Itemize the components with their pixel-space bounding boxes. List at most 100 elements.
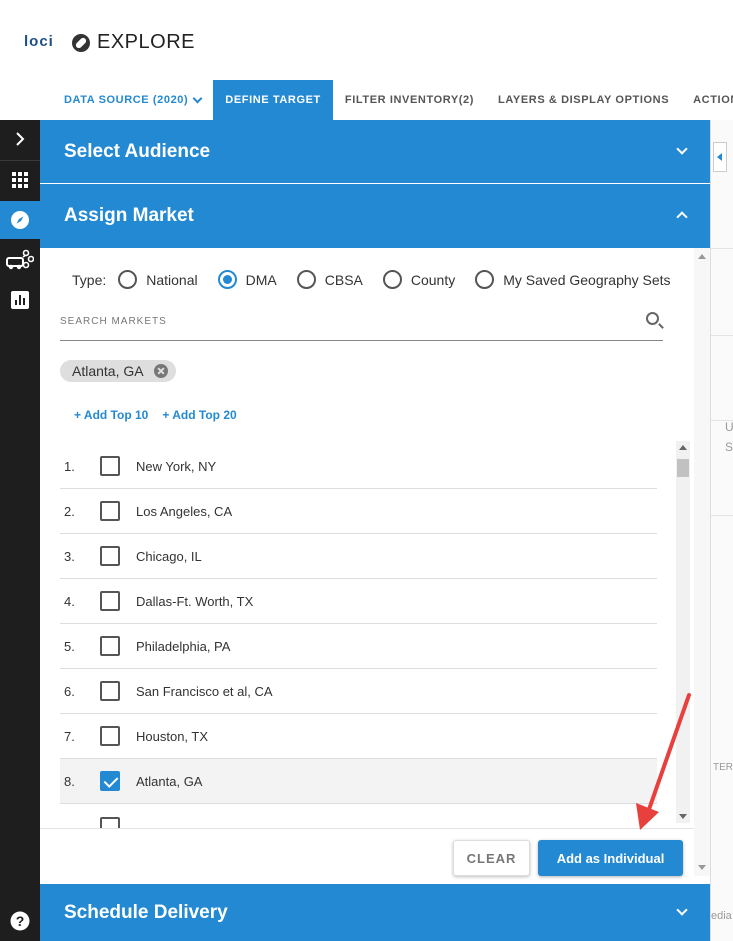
- market-rank: 5.: [64, 638, 75, 654]
- accordion-select-audience[interactable]: Select Audience: [40, 120, 710, 183]
- radio-dma[interactable]: DMA: [217, 270, 277, 289]
- market-rank: 1.: [64, 458, 75, 474]
- accordion-schedule-delivery-label: Schedule Delivery: [64, 901, 228, 923]
- page-title: EXPLORE: [97, 31, 195, 53]
- selected-market-chip-label: Atlanta, GA: [72, 363, 144, 379]
- add-top-10-link[interactable]: + Add Top 10: [74, 408, 148, 422]
- market-row[interactable]: 2. Los Angeles, CA: [60, 489, 657, 534]
- collapse-panel-button[interactable]: [713, 142, 727, 172]
- radio-saved-geography-sets-label: My Saved Geography Sets: [503, 271, 671, 288]
- bar-chart-icon: [11, 291, 29, 309]
- market-row[interactable]: 6. San Francisco et al, CA: [60, 669, 657, 714]
- market-row[interactable]: 8. Atlanta, GA: [60, 759, 657, 804]
- radio-national[interactable]: National: [118, 270, 198, 289]
- scroll-down-icon[interactable]: [679, 814, 687, 819]
- accordion-select-audience-label: Select Audience: [64, 140, 211, 162]
- loci-logo[interactable]: loci: [24, 33, 54, 50]
- top-bar: loci EXPLORE DATA SOURCE (2020) DEFINE T…: [0, 0, 733, 120]
- market-name: Dallas-Ft. Worth, TX: [136, 593, 254, 609]
- market-name: Los Angeles, CA: [136, 503, 233, 519]
- market-row[interactable]: 5. Philadelphia, PA: [60, 624, 657, 669]
- radio-circle[interactable]: [217, 270, 237, 289]
- chevron-down-icon: [676, 143, 688, 155]
- svg-text:?: ?: [16, 913, 25, 929]
- accordion-assign-market[interactable]: Assign Market: [40, 184, 710, 248]
- tab-filter-inventory-label: FILTER INVENTORY(2): [344, 94, 475, 106]
- accordion-assign-market-label: Assign Market: [64, 205, 194, 226]
- tab-define-target[interactable]: DEFINE TARGET: [213, 80, 333, 120]
- radio-national-label: National: [146, 271, 198, 288]
- market-checkbox[interactable]: [100, 591, 120, 611]
- market-checkbox[interactable]: [100, 456, 120, 476]
- scroll-thumb[interactable]: [677, 459, 689, 477]
- rail-help-button[interactable]: ?: [0, 902, 40, 940]
- search-icon[interactable]: [646, 312, 659, 325]
- map-label: TER: [713, 762, 733, 773]
- map-divider: [711, 248, 733, 249]
- rail-expand-button[interactable]: [0, 120, 40, 158]
- add-as-individual-button[interactable]: Add as Individual: [538, 840, 683, 876]
- market-checkbox[interactable]: [100, 501, 120, 521]
- market-list-scrollbar[interactable]: [676, 441, 690, 823]
- market-checkbox[interactable]: [100, 546, 120, 566]
- tab-layers-display[interactable]: LAYERS & DISPLAY OPTIONS: [486, 80, 681, 120]
- add-top-20-link[interactable]: + Add Top 20: [162, 408, 236, 422]
- tab-bar: DATA SOURCE (2020) DEFINE TARGET FILTER …: [52, 80, 733, 120]
- map-divider: [711, 335, 733, 336]
- radio-circle[interactable]: [296, 270, 316, 289]
- map-label: U: [725, 420, 733, 434]
- radio-dma-label: DMA: [245, 271, 277, 288]
- rail-analytics-button[interactable]: [0, 281, 40, 319]
- tab-define-target-label: DEFINE TARGET: [225, 94, 321, 106]
- market-checkbox[interactable]: [100, 636, 120, 656]
- chevron-up-icon: [676, 211, 688, 223]
- tab-filter-inventory[interactable]: FILTER INVENTORY(2): [333, 80, 486, 120]
- scroll-down-icon[interactable]: [698, 865, 706, 870]
- grid-icon: [12, 172, 28, 188]
- explore-header: EXPLORE: [72, 31, 195, 54]
- vehicles-icon: [6, 249, 34, 270]
- market-row[interactable]: 4. Dallas-Ft. Worth, TX: [60, 579, 657, 624]
- market-row[interactable]: 3. Chicago, IL: [60, 534, 657, 579]
- tab-layers-display-label: LAYERS & DISPLAY OPTIONS: [498, 94, 670, 106]
- rail-explore-button[interactable]: [0, 201, 40, 239]
- remove-chip-icon[interactable]: [153, 364, 168, 378]
- radio-cbsa-label: CBSA: [324, 271, 363, 288]
- radio-circle[interactable]: [475, 270, 495, 289]
- radio-county[interactable]: County: [382, 270, 455, 289]
- left-rail: ?: [0, 120, 40, 941]
- tab-actions[interactable]: ACTIONS: [681, 80, 733, 120]
- radio-cbsa[interactable]: CBSA: [296, 270, 363, 289]
- clear-button[interactable]: CLEAR: [453, 840, 530, 876]
- tab-actions-label: ACTIONS: [693, 94, 733, 106]
- market-checkbox[interactable]: [100, 771, 120, 791]
- market-name: New York, NY: [136, 458, 217, 474]
- market-row[interactable]: 1. New York, NY: [60, 444, 657, 489]
- chevron-down-icon: [192, 93, 203, 103]
- scroll-up-icon[interactable]: [698, 254, 706, 259]
- tab-data-source[interactable]: DATA SOURCE (2020): [52, 80, 213, 120]
- market-rank: 6.: [64, 683, 75, 699]
- accordion-schedule-delivery[interactable]: Schedule Delivery: [40, 884, 710, 941]
- market-name: Philadelphia, PA: [136, 638, 231, 654]
- assign-market-content: Type: National DMA CBSA County My Saved …: [40, 248, 710, 876]
- tab-data-source-label: DATA SOURCE (2020): [64, 94, 189, 106]
- market-checkbox[interactable]: [100, 726, 120, 746]
- radio-saved-geography-sets[interactable]: My Saved Geography Sets: [475, 270, 671, 289]
- radio-circle[interactable]: [382, 270, 402, 289]
- market-row-partial[interactable]: [60, 804, 657, 829]
- rail-grid-button[interactable]: [0, 161, 40, 199]
- map-divider: [711, 515, 733, 516]
- rail-vehicles-button[interactable]: [0, 241, 40, 279]
- market-rank: 3.: [64, 548, 75, 564]
- market-name: San Francisco et al, CA: [136, 683, 273, 699]
- type-label: Type:: [72, 271, 107, 288]
- search-markets-input[interactable]: [60, 316, 620, 327]
- radio-circle[interactable]: [118, 270, 138, 289]
- market-checkbox[interactable]: [100, 681, 120, 701]
- map-area[interactable]: U S TER edia: [710, 120, 733, 941]
- panel-scrollbar[interactable]: [694, 248, 710, 876]
- market-row[interactable]: 7. Houston, TX: [60, 714, 657, 759]
- market-name: Chicago, IL: [136, 548, 202, 564]
- scroll-up-icon[interactable]: [679, 445, 687, 450]
